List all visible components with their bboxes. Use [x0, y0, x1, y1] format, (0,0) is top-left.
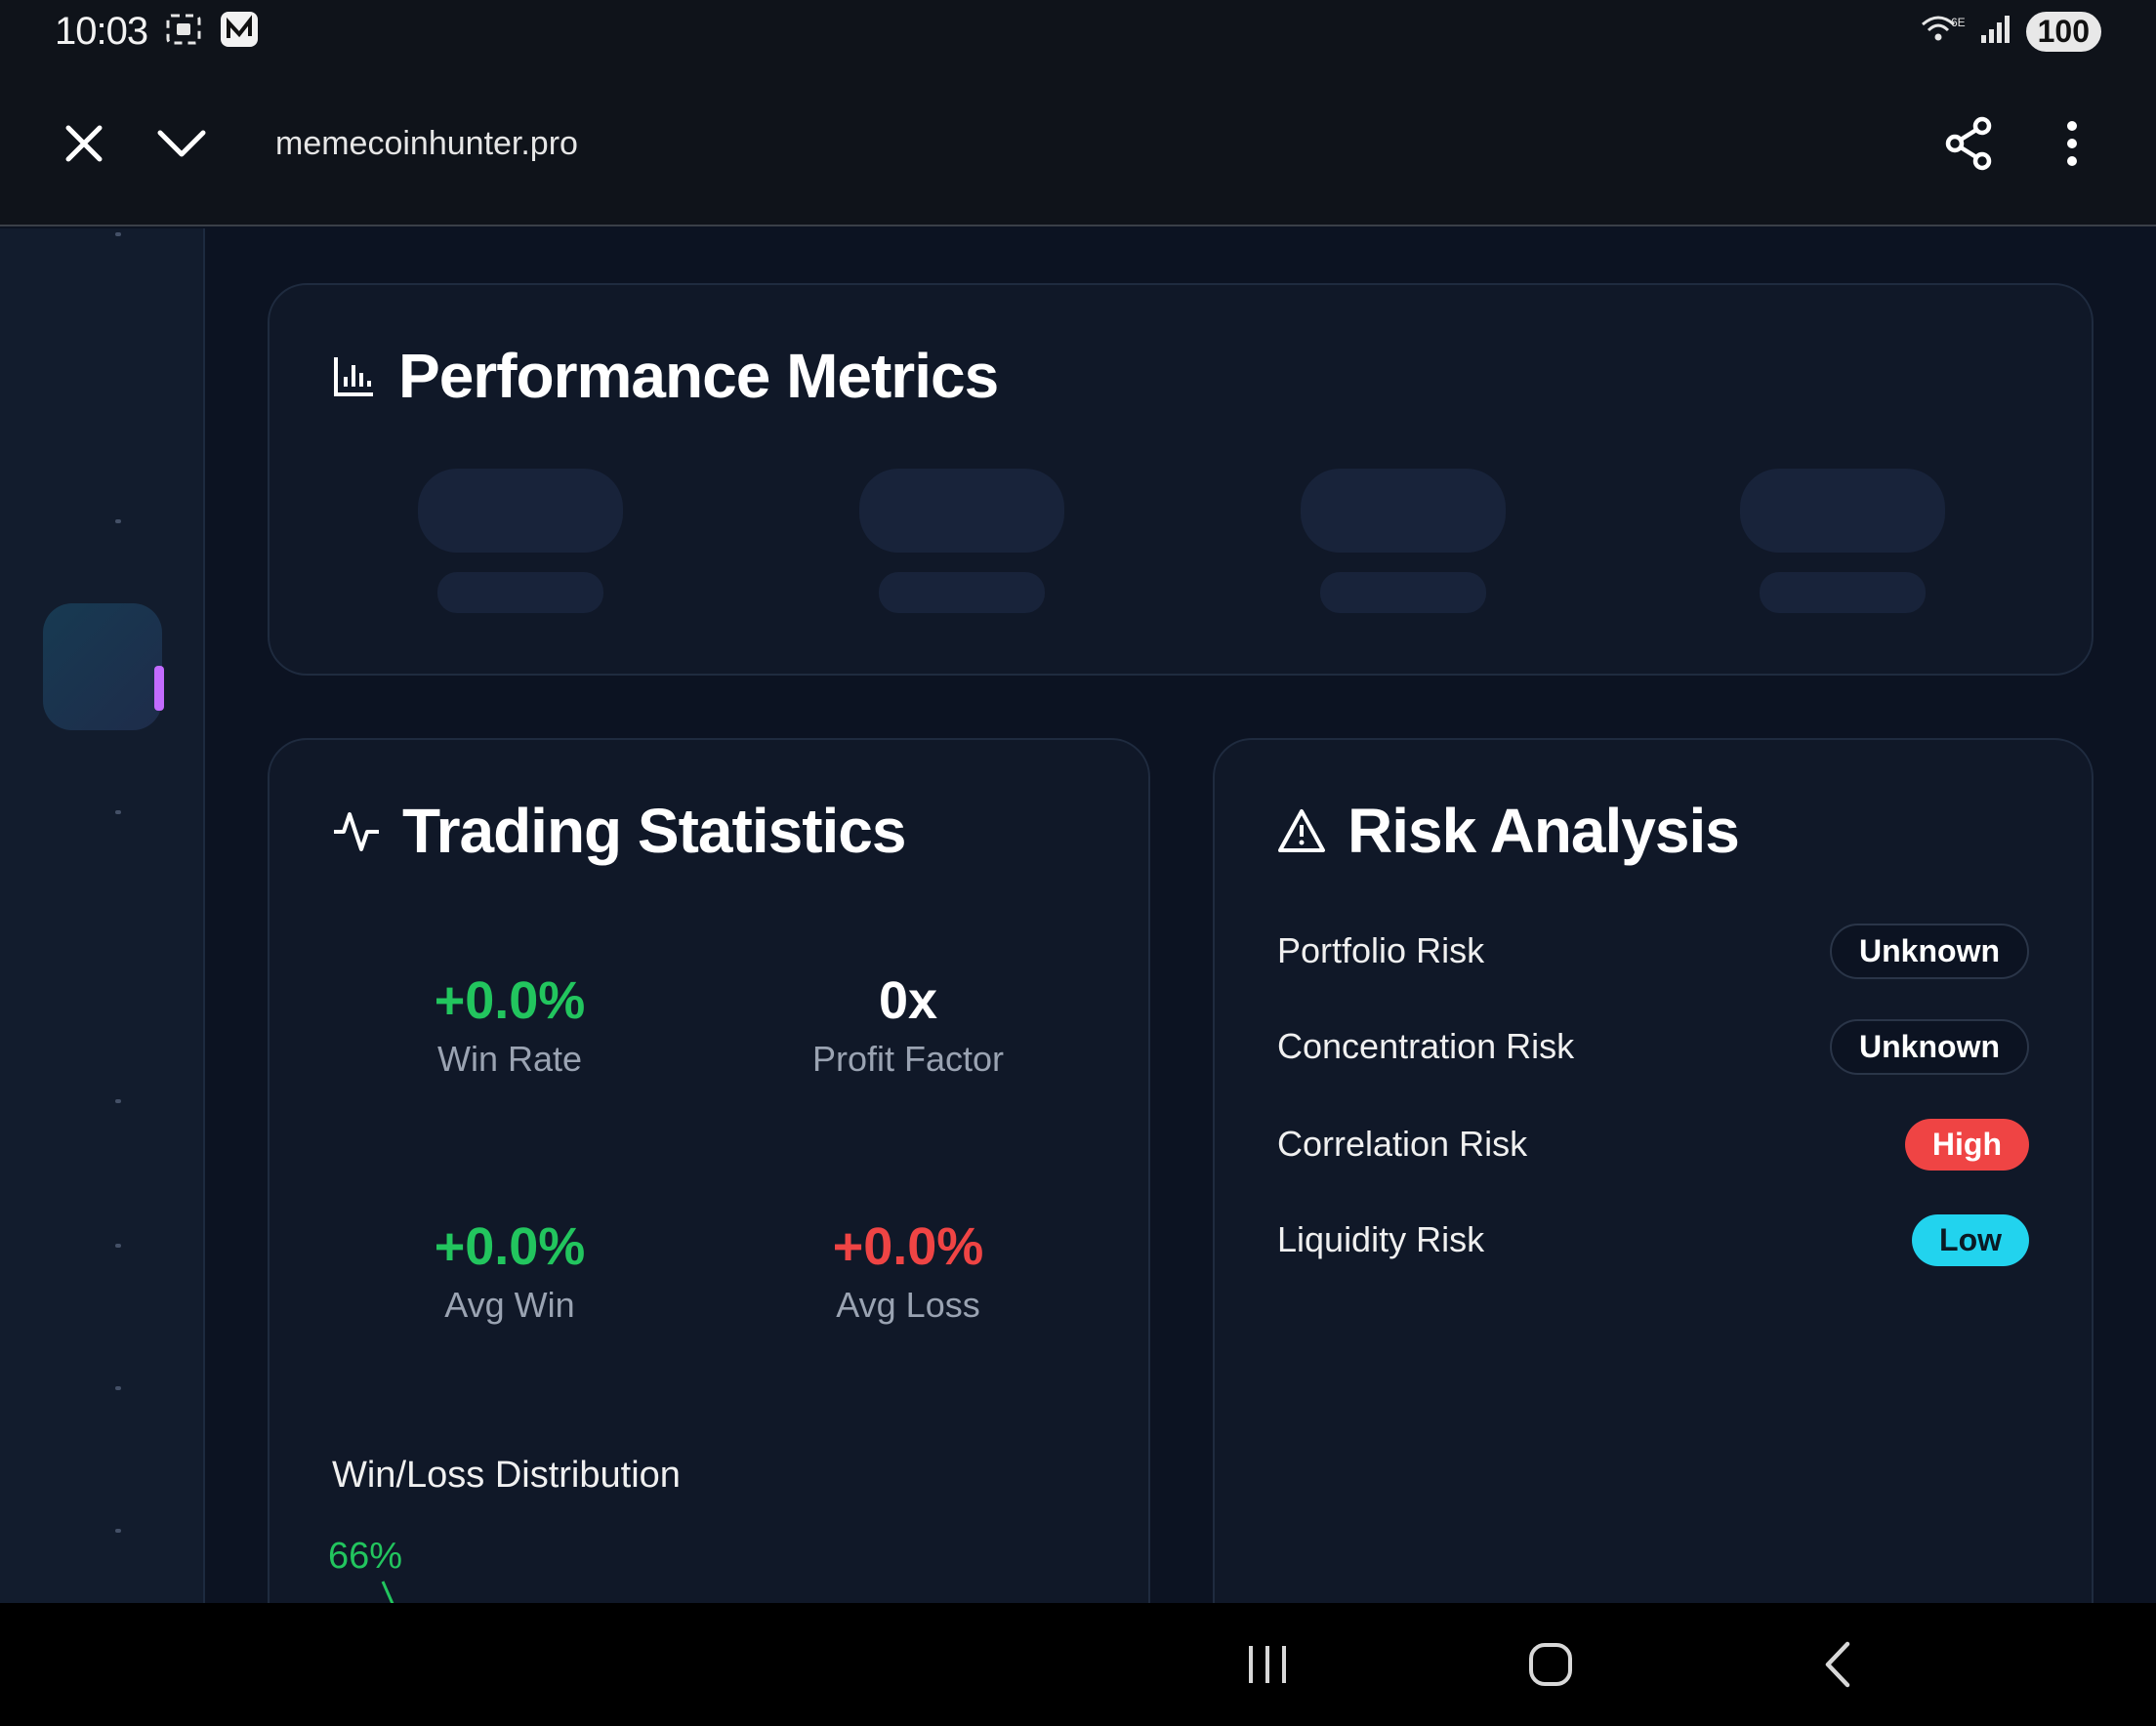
metric-skeleton-label [437, 572, 603, 613]
stat-profit-factor: 0x Profit Factor [742, 970, 1074, 1080]
activity-icon [334, 812, 379, 851]
sidebar-item-active[interactable] [43, 603, 164, 730]
win-loss-distribution-title: Win/Loss Distribution [332, 1455, 681, 1496]
sidebar-item[interactable] [115, 1529, 121, 1533]
alert-triangle-icon [1278, 809, 1325, 852]
risk-badge-low: Low [1912, 1213, 2029, 1266]
stat-value: 0x [878, 971, 938, 1030]
risk-row-portfolio: Portfolio Risk Unknown [1277, 922, 2029, 980]
stat-value: +0.0% [434, 1217, 586, 1276]
sidebar-item[interactable] [115, 1099, 121, 1103]
share-button[interactable] [1933, 108, 2004, 179]
bar-chart-icon [334, 357, 373, 396]
sidebar-item[interactable] [115, 1386, 121, 1390]
risk-badge-unknown: Unknown [1830, 923, 2029, 979]
stat-label: Profit Factor [811, 1039, 1005, 1079]
back-button[interactable] [1799, 1632, 1877, 1697]
risk-row-liquidity: Liquidity Risk Low [1277, 1211, 2029, 1269]
sidebar-item[interactable] [115, 1244, 121, 1248]
close-tab-button[interactable] [49, 108, 119, 179]
metric-skeleton-label [1760, 572, 1926, 613]
status-right: 6E 100 [1919, 11, 2101, 52]
metric-skeleton-label [879, 572, 1045, 613]
performance-metrics-card: Performance Metrics [268, 283, 2094, 676]
trading-statistics-card: Trading Statistics +0.0% Win Rate 0x Pro… [268, 738, 1150, 1675]
risk-badge-unknown: Unknown [1830, 1018, 2029, 1075]
sidebar-item[interactable] [115, 810, 121, 814]
share-icon [1945, 116, 1992, 171]
trading-statistics-header: Trading Statistics [332, 795, 906, 867]
risk-label: Correlation Risk [1277, 1124, 1528, 1164]
app-notification-icon [220, 11, 259, 53]
back-icon [1825, 1641, 1850, 1688]
battery-indicator: 100 [2025, 11, 2101, 52]
close-icon [65, 125, 103, 162]
more-vertical-icon [2067, 121, 2077, 166]
risk-analysis-header: Risk Analysis [1277, 795, 1740, 867]
metric-skeleton-label [1320, 572, 1486, 613]
signal-icon [1979, 14, 2012, 50]
screenshot-icon [165, 13, 202, 51]
risk-label: Portfolio Risk [1277, 930, 1485, 970]
risk-label: Liquidity Risk [1277, 1219, 1485, 1259]
stat-value: +0.0% [434, 971, 586, 1030]
minimize-button[interactable] [146, 108, 217, 179]
metric-skeleton-value [418, 469, 623, 553]
risk-badge-high: High [1904, 1118, 2029, 1171]
risk-analysis-card: Risk Analysis Portfolio Risk Unknown Con… [1213, 738, 2094, 1675]
url-text[interactable]: memecoinhunter.pro [275, 125, 1933, 163]
browser-toolbar: memecoinhunter.pro [0, 62, 2156, 226]
more-options-button[interactable] [2037, 108, 2107, 179]
sidebar [0, 228, 205, 1603]
stat-label: Avg Win [444, 1285, 575, 1325]
wifi-icon: 6E [1919, 13, 1966, 51]
stat-label: Win Rate [436, 1039, 583, 1079]
sidebar-item[interactable] [115, 519, 121, 523]
trading-statistics-title: Trading Statistics [402, 796, 906, 866]
stat-win-rate: +0.0% Win Rate [344, 970, 676, 1080]
status-bar: 10:03 6E 100 [0, 0, 2156, 62]
stat-label: Avg Loss [836, 1285, 980, 1325]
home-button[interactable] [1512, 1632, 1590, 1697]
network-type-label: 6E [1951, 16, 1966, 29]
performance-metrics-title: Performance Metrics [398, 341, 999, 411]
risk-row-concentration: Concentration Risk Unknown [1277, 1017, 2029, 1076]
stat-avg-win: +0.0% Avg Win [344, 1216, 676, 1326]
risk-row-correlation: Correlation Risk High [1277, 1115, 2029, 1173]
home-icon [1529, 1643, 1572, 1686]
metric-skeleton-value [1301, 469, 1506, 553]
system-navigation-bar [0, 1603, 2156, 1726]
recent-apps-button[interactable] [1228, 1632, 1306, 1697]
metric-skeleton-value [859, 469, 1064, 553]
performance-metrics-header: Performance Metrics [332, 340, 999, 412]
status-left: 10:03 [55, 10, 259, 54]
risk-analysis-title: Risk Analysis [1348, 796, 1740, 866]
stat-value: +0.0% [832, 1217, 984, 1276]
chevron-down-icon [157, 130, 206, 157]
recent-apps-icon [1249, 1646, 1286, 1683]
status-time: 10:03 [55, 9, 148, 53]
metric-skeleton-value [1740, 469, 1945, 553]
win-slice-label: 66% [328, 1536, 402, 1577]
stat-avg-loss: +0.0% Avg Loss [742, 1216, 1074, 1326]
active-indicator [154, 666, 164, 711]
risk-label: Concentration Risk [1277, 1026, 1575, 1066]
sidebar-item[interactable] [115, 232, 121, 236]
